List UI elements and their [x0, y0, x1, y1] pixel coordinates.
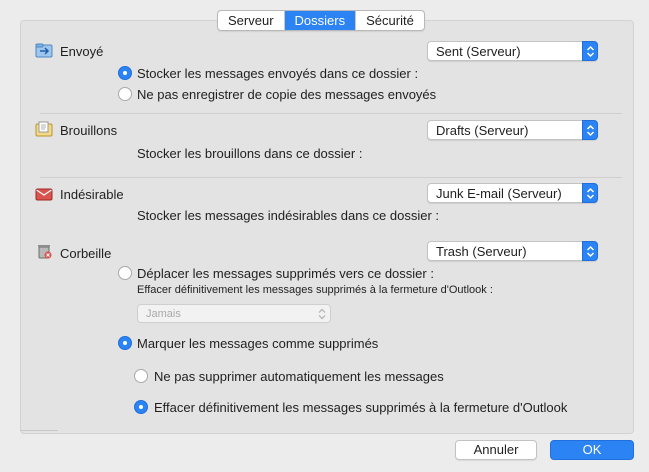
- tab-bar: Serveur Dossiers Sécurité: [217, 10, 425, 31]
- chevron-updown-icon: [582, 41, 598, 61]
- no-sent-copy-label: Ne pas enregistrer de copie des messages…: [137, 87, 437, 102]
- tab-dossiers[interactable]: Dossiers: [284, 11, 357, 30]
- empty-frequency-value: Jamais: [146, 308, 181, 320]
- panel-edge: [20, 430, 58, 431]
- delete-on-quit-radio[interactable]: [134, 400, 148, 414]
- trash-folder-select[interactable]: Trash (Serveur): [427, 241, 598, 261]
- junk-label: Indésirable: [60, 187, 124, 202]
- separator: [40, 113, 622, 114]
- chevron-updown-icon: [582, 120, 598, 140]
- ok-button[interactable]: OK: [550, 440, 634, 460]
- junk-folder-select-value: Junk E-mail (Serveur): [436, 186, 562, 201]
- chevron-updown-icon: [582, 183, 598, 203]
- store-sent-label: Stocker les messages envoyés dans ce dos…: [137, 66, 419, 81]
- mark-deleted-label: Marquer les messages comme supprimés: [137, 336, 379, 351]
- no-auto-delete-label: Ne pas supprimer automatiquement les mes…: [154, 369, 444, 384]
- chevron-updown-icon: [582, 241, 598, 261]
- drafts-folder-select-value: Drafts (Serveur): [436, 123, 529, 138]
- drafts-label: Brouillons: [60, 123, 118, 138]
- tab-serveur[interactable]: Serveur: [218, 11, 285, 30]
- cancel-button[interactable]: Annuler: [455, 440, 537, 460]
- mark-deleted-radio[interactable]: [118, 336, 132, 350]
- sent-folder-select-value: Sent (Serveur): [436, 44, 521, 59]
- chevron-updown-icon: [318, 308, 326, 323]
- store-sent-radio[interactable]: [118, 66, 132, 80]
- trash-label: Corbeille: [60, 246, 112, 261]
- no-auto-delete-radio[interactable]: [134, 369, 148, 383]
- junk-mail-icon: [35, 188, 53, 201]
- move-deleted-radio[interactable]: [118, 266, 132, 280]
- sent-folder-select[interactable]: Sent (Serveur): [427, 41, 598, 61]
- move-deleted-label: Déplacer les messages supprimés vers ce …: [137, 266, 434, 281]
- drafts-folder-select[interactable]: Drafts (Serveur): [427, 120, 598, 140]
- tab-securite[interactable]: Sécurité: [356, 11, 424, 30]
- sent-label: Envoyé: [60, 44, 104, 59]
- trash-icon: [38, 245, 52, 259]
- junk-description: Stocker les messages indésirables dans c…: [137, 208, 440, 223]
- empty-frequency-select[interactable]: Jamais: [137, 304, 331, 323]
- junk-folder-select[interactable]: Junk E-mail (Serveur): [427, 183, 598, 203]
- no-sent-copy-radio[interactable]: [118, 87, 132, 101]
- drafts-description: Stocker les brouillons dans ce dossier :: [137, 146, 363, 161]
- sent-folder-icon: [35, 43, 53, 58]
- empty-on-quit-label: Effacer définitivement les messages supp…: [137, 284, 493, 296]
- drafts-folder-icon: [35, 121, 53, 137]
- trash-folder-select-value: Trash (Serveur): [436, 244, 527, 259]
- separator: [40, 177, 622, 178]
- delete-on-quit-label: Effacer définitivement les messages supp…: [154, 400, 568, 415]
